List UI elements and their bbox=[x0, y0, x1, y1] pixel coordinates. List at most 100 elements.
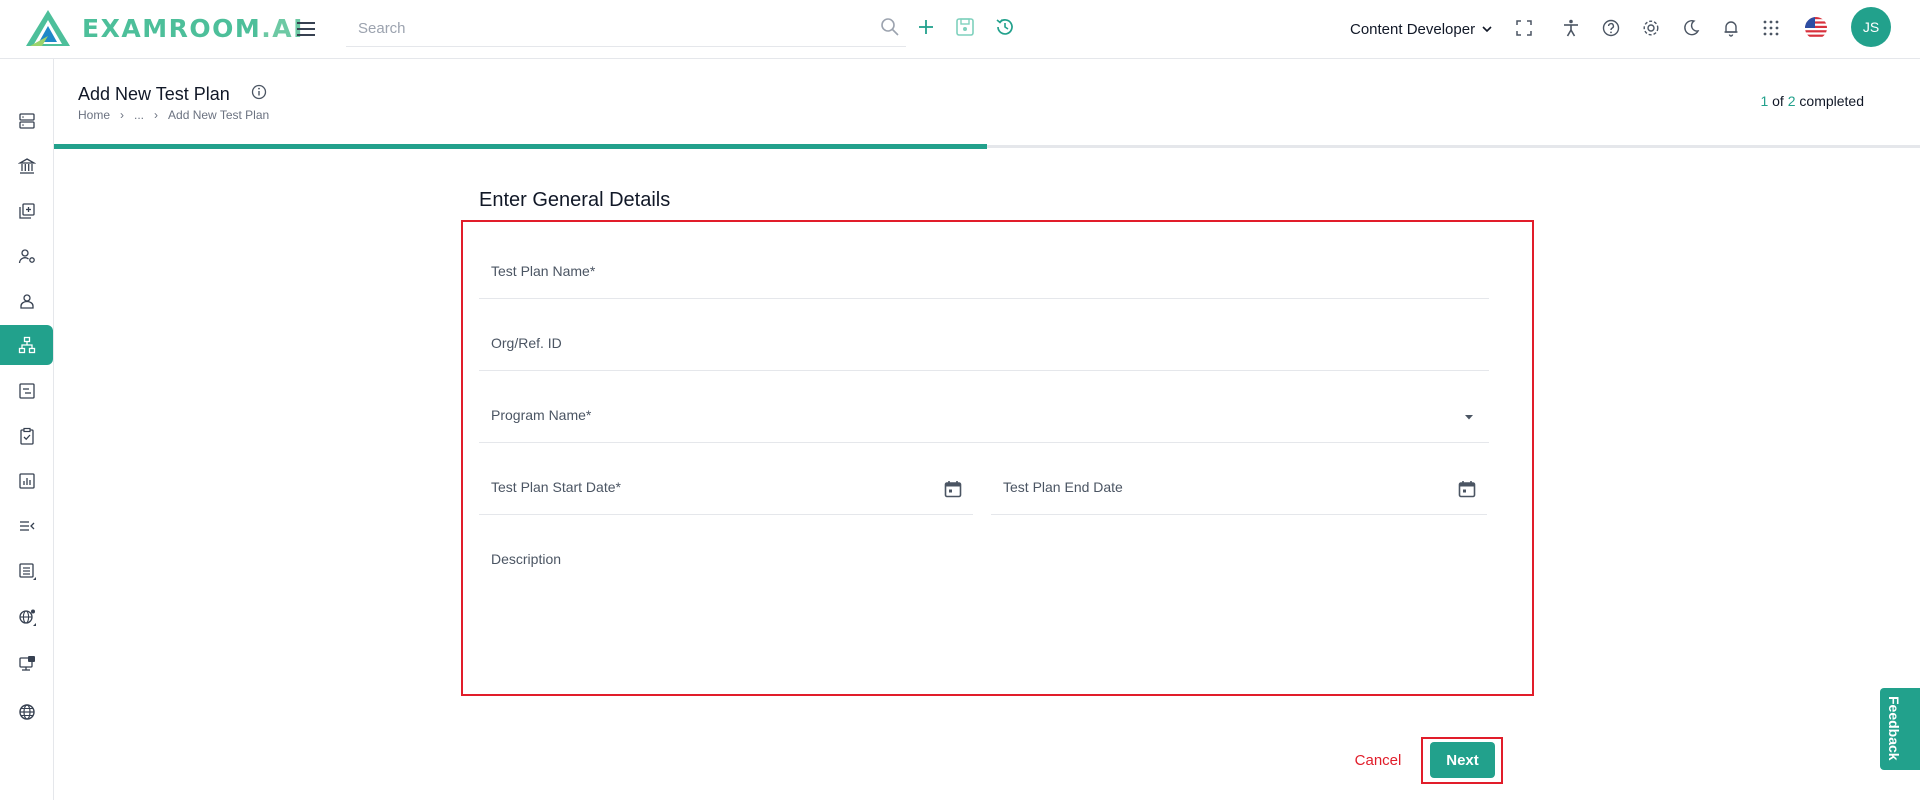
us-flag-icon bbox=[1805, 17, 1827, 39]
next-button[interactable]: Next bbox=[1430, 742, 1495, 778]
sidebar-item-list-collapse[interactable] bbox=[0, 506, 53, 546]
sidebar-item-server[interactable] bbox=[0, 101, 53, 141]
settings-button[interactable] bbox=[1638, 15, 1664, 41]
chart-icon bbox=[18, 473, 35, 489]
feedback-label: Feedback bbox=[1886, 696, 1902, 761]
list-expand-icon bbox=[18, 563, 36, 580]
end-date-field[interactable]: Test Plan End Date bbox=[991, 463, 1487, 515]
test-plan-name-field[interactable]: Test Plan Name* bbox=[479, 247, 1489, 299]
bell-icon bbox=[1724, 21, 1738, 37]
server-icon bbox=[18, 113, 35, 129]
description-input[interactable] bbox=[479, 535, 1489, 675]
sidebar-item-list-expand[interactable] bbox=[0, 551, 53, 591]
role-label: Content Developer bbox=[1350, 20, 1476, 38]
sidebar bbox=[0, 59, 54, 800]
accessibility-button[interactable] bbox=[1558, 15, 1584, 41]
user-icon bbox=[19, 294, 34, 309]
history-icon bbox=[996, 18, 1013, 35]
cancel-button[interactable]: Cancel bbox=[1346, 746, 1410, 774]
section-title: Enter General Details bbox=[479, 189, 671, 211]
calendar-icon bbox=[944, 481, 962, 498]
sidebar-item-user[interactable] bbox=[0, 281, 53, 321]
general-details-form: Test Plan Name* Org/Ref. ID Program Name… bbox=[461, 220, 1534, 696]
save-icon bbox=[956, 18, 974, 36]
plus-icon bbox=[919, 20, 933, 34]
steps-total: 2 bbox=[1787, 93, 1796, 109]
hierarchy-icon bbox=[18, 336, 35, 354]
globe-settings-icon bbox=[18, 609, 36, 626]
user-settings-icon bbox=[18, 249, 35, 264]
breadcrumb-ellipsis[interactable]: ... bbox=[134, 108, 144, 122]
program-name-select[interactable]: Program Name* bbox=[479, 391, 1489, 443]
brand-name: EXAMROOM.AI bbox=[82, 14, 304, 43]
feedback-tab[interactable]: Feedback bbox=[1880, 688, 1920, 770]
page-title: Add New Test Plan bbox=[78, 84, 230, 104]
user-avatar[interactable]: JS bbox=[1851, 7, 1891, 47]
org-ref-id-input[interactable] bbox=[479, 319, 1489, 370]
step-progress-bar bbox=[54, 144, 1920, 149]
start-date-field[interactable]: Test Plan Start Date* bbox=[479, 463, 973, 515]
sidebar-item-clipboard[interactable] bbox=[0, 416, 53, 456]
add-library-icon bbox=[18, 203, 35, 219]
program-name-dropdown[interactable] bbox=[1457, 405, 1481, 429]
dropdown-arrow-icon bbox=[1465, 415, 1473, 420]
breadcrumb-home[interactable]: Home bbox=[78, 108, 110, 122]
bank-icon bbox=[17, 158, 36, 174]
sidebar-item-analytics[interactable] bbox=[0, 461, 53, 501]
sidebar-item-add-library[interactable] bbox=[0, 191, 53, 231]
apps-button[interactable] bbox=[1758, 15, 1784, 41]
sidebar-item-bank[interactable] bbox=[0, 146, 53, 186]
chevron-down-icon bbox=[1482, 26, 1492, 33]
brand-text: EXAMROOM bbox=[82, 14, 262, 43]
steps-of: of bbox=[1772, 93, 1784, 109]
apps-grid-icon bbox=[1763, 20, 1779, 36]
report-icon bbox=[18, 383, 35, 399]
fullscreen-button[interactable] bbox=[1511, 15, 1537, 41]
menu-icon[interactable] bbox=[295, 18, 317, 40]
sidebar-item-globe-settings[interactable] bbox=[0, 597, 53, 637]
help-button[interactable] bbox=[1598, 15, 1624, 41]
dark-mode-button[interactable] bbox=[1678, 15, 1704, 41]
language-button[interactable] bbox=[1803, 15, 1829, 41]
breadcrumb: Home › ... › Add New Test Plan bbox=[78, 108, 269, 122]
examroom-logo[interactable] bbox=[24, 8, 72, 48]
clipboard-check-icon bbox=[19, 427, 34, 445]
settings-icon bbox=[1643, 20, 1659, 36]
sidebar-item-monitor[interactable] bbox=[0, 644, 53, 684]
end-date-picker[interactable] bbox=[1455, 477, 1479, 501]
sidebar-item-hierarchy[interactable] bbox=[0, 325, 53, 365]
search-input[interactable] bbox=[346, 13, 846, 43]
role-selector[interactable]: Content Developer bbox=[1350, 17, 1493, 41]
avatar-initials: JS bbox=[1862, 19, 1880, 35]
list-collapse-icon bbox=[19, 521, 34, 531]
monitor-icon bbox=[18, 656, 35, 671]
add-button[interactable] bbox=[912, 13, 940, 41]
start-date-picker[interactable] bbox=[941, 477, 965, 501]
org-ref-id-field[interactable]: Org/Ref. ID bbox=[479, 319, 1489, 371]
test-plan-name-input[interactable] bbox=[479, 247, 1489, 298]
search-icon[interactable] bbox=[878, 15, 902, 39]
history-button[interactable] bbox=[991, 13, 1019, 41]
start-date-input[interactable] bbox=[479, 463, 973, 514]
top-bar: EXAMROOM.AI Content Develop bbox=[0, 0, 1920, 59]
info-icon[interactable] bbox=[250, 83, 268, 101]
search-bar bbox=[346, 13, 906, 47]
breadcrumb-current: Add New Test Plan bbox=[168, 108, 270, 122]
step-progress-text: 1 of 2 completed bbox=[1760, 93, 1864, 109]
globe-icon bbox=[18, 704, 35, 720]
step-progress-fill bbox=[54, 144, 987, 149]
help-icon bbox=[1602, 19, 1620, 37]
sidebar-item-user-settings[interactable] bbox=[0, 236, 53, 276]
breadcrumb-separator: › bbox=[120, 108, 125, 122]
steps-completed: completed bbox=[1799, 93, 1864, 109]
fullscreen-icon bbox=[1516, 20, 1532, 36]
save-button[interactable] bbox=[951, 13, 979, 41]
sidebar-item-globe[interactable] bbox=[0, 692, 53, 732]
calendar-icon bbox=[1458, 481, 1476, 498]
description-field[interactable]: Description bbox=[479, 535, 1489, 675]
end-date-input[interactable] bbox=[991, 463, 1487, 514]
notifications-button[interactable] bbox=[1718, 15, 1744, 41]
program-name-input[interactable] bbox=[479, 391, 1489, 442]
moon-icon bbox=[1684, 19, 1700, 36]
sidebar-item-report[interactable] bbox=[0, 371, 53, 411]
